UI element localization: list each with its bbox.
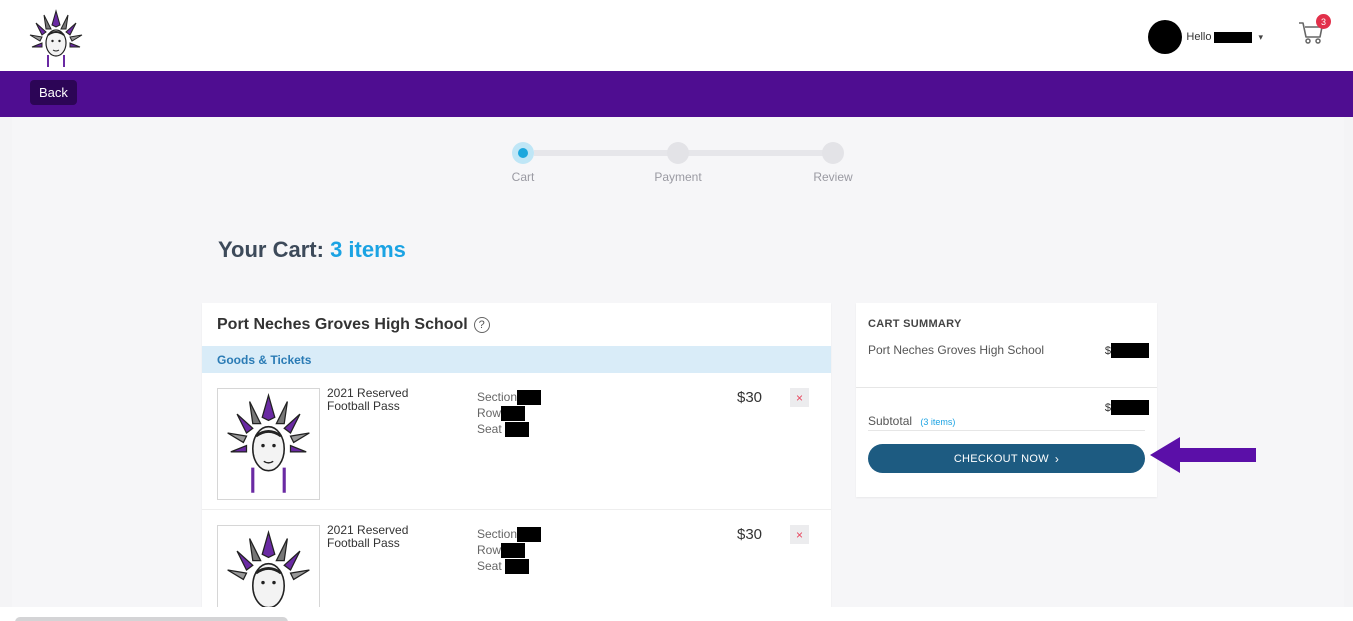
redacted-username [1214,31,1253,43]
step-label-review: Review [813,170,853,184]
user-menu[interactable]: Hello ▾ [1148,20,1263,54]
row-label: Row [477,543,502,557]
row-label: Row [477,406,502,420]
redacted-row [501,542,526,558]
indian-headdress-logo-icon [227,392,310,493]
school-header: Port Neches Groves High School ? [202,303,831,346]
greeting-text: Hello [1186,31,1212,43]
summary-school-line: Port Neches Groves High School [868,343,1045,357]
item-seat-info: Section Row Seat [477,389,542,437]
seat-label: Seat [477,559,502,573]
subtotal-amount: $ [1105,400,1149,415]
indian-headdress-logo-icon[interactable] [24,5,88,69]
section-label: Section [477,527,518,541]
item-seat-info: Section Row Seat [477,526,542,574]
remove-item-button[interactable]: × [790,388,809,407]
step-dot-review [822,142,844,164]
stepper-line [534,150,680,156]
redacted-subtotal [1111,400,1149,415]
subtotal-text: Subtotal [868,414,913,428]
top-header: Hello ▾ 3 [0,0,1353,71]
step-dot-cart [512,142,534,164]
user-avatar-icon[interactable] [1148,20,1183,54]
item-price: $30 [737,526,763,543]
school-name: Port Neches Groves High School [217,315,468,333]
checkout-label: CHECKOUT NOW [953,452,1049,465]
cart-count-badge: 3 [1316,14,1331,29]
remove-item-button[interactable]: × [790,525,809,544]
cart-summary-card: CART SUMMARY Port Neches Groves High Sch… [856,303,1157,497]
question-circle-icon[interactable]: ? [473,316,490,333]
item-name: 2021 Reserved Football Pass [327,523,409,550]
chevron-right-icon: › [1054,451,1060,466]
checkout-stepper: Cart Payment Review [512,139,872,189]
step-label-payment: Payment [654,170,702,184]
main-content: Cart Payment Review Your Cart: 3 items P… [12,117,1344,607]
divider [868,430,1145,431]
chevron-down-icon[interactable]: ▾ [1258,32,1263,43]
indian-headdress-logo-icon [227,529,310,607]
cart-button[interactable]: 3 [1295,14,1331,48]
redacted-section [517,389,542,405]
page-title: Your Cart: 3 items [218,237,406,263]
redacted-amount [1111,343,1149,358]
seat-label: Seat [477,422,502,436]
step-label-cart: Cart [511,170,535,184]
subtotal-count: (3 items) [920,417,956,427]
redacted-row [501,405,526,421]
section-header: Goods & Tickets [202,346,831,373]
redacted-seat [504,421,529,437]
checkout-now-button[interactable]: CHECKOUT NOW › [868,444,1145,473]
horizontal-scrollbar[interactable] [15,617,288,621]
summary-title: CART SUMMARY [868,318,962,330]
cart-item-row: 2021 Reserved Football Pass Section Row … [202,373,831,510]
cart-title-prefix: Your Cart: [218,237,324,262]
redacted-section [517,526,542,542]
item-image [217,388,320,500]
cart-item-count: 3 items [330,237,406,262]
cart-item-row: 2021 Reserved Football Pass Section Row … [202,510,831,607]
nav-bar: Back [0,71,1353,117]
left-arrow-icon [1150,437,1256,473]
section-label: Section [477,390,518,404]
divider [856,387,1157,388]
item-price: $30 [737,389,763,406]
subtotal-label: Subtotal (3 items) [868,414,955,428]
summary-school-amount: $ [1105,343,1149,358]
back-button[interactable]: Back [30,80,77,105]
item-image [217,525,320,607]
redacted-seat [504,558,529,574]
stepper-line [688,150,834,156]
step-dot-payment [667,142,689,164]
item-name: 2021 Reserved Football Pass [327,386,409,413]
cart-items-card: Port Neches Groves High School ? Goods &… [202,303,831,607]
